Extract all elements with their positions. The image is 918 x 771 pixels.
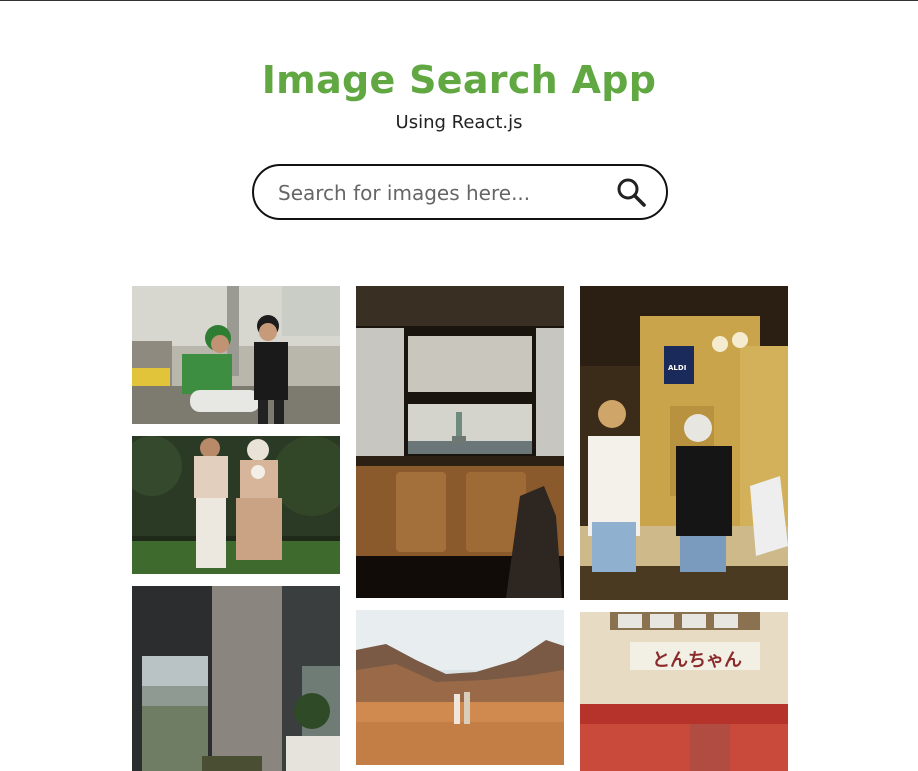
gallery-image-storefront[interactable]: とんちゃん [580, 612, 788, 771]
gallery-image-interior[interactable] [132, 586, 340, 771]
search-button[interactable] [612, 176, 652, 210]
gallery-image-liberty[interactable] [356, 286, 564, 598]
gallery-image-couple[interactable] [132, 436, 340, 574]
page-subtitle: Using React.js [395, 112, 523, 133]
search-icon [617, 178, 646, 207]
search-bar [252, 164, 668, 220]
search-input[interactable] [278, 178, 598, 208]
storefront-sign-text: とんちゃん [652, 650, 742, 671]
hallway-sign-text: ALDI [668, 364, 687, 372]
gallery-image-hallway[interactable]: ALDI [580, 286, 788, 600]
gallery-image-scooter[interactable] [132, 286, 340, 424]
top-divider [0, 0, 918, 1]
page-title: Image Search App [261, 58, 657, 102]
gallery-image-desert[interactable] [356, 610, 564, 765]
